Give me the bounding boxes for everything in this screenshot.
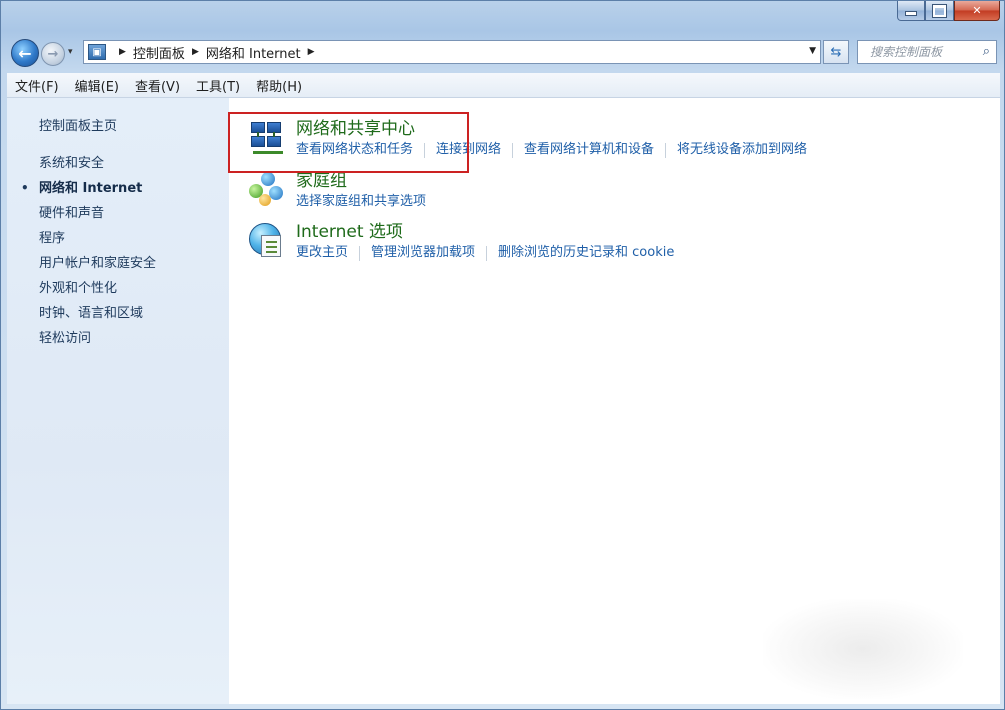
watermark-blur: [763, 599, 963, 699]
control-panel-window: ✕ ← → ▾ ▣ ▶ 控制面板 ▶ 网络和 Internet ▶ ▼ ⇆ 搜索…: [0, 0, 1005, 710]
menu-edit[interactable]: 编辑(E): [67, 76, 127, 95]
category-body: 网络和共享中心 查看网络状态和任务 连接到网络 查看网络计算机和设备 将无线设备…: [296, 118, 807, 160]
homegroup-title[interactable]: 家庭组: [296, 170, 426, 192]
refresh-button[interactable]: ⇆: [823, 40, 849, 64]
link-connect-to-network[interactable]: 连接到网络: [436, 140, 501, 160]
nav-ease-of-access[interactable]: 轻松访问: [7, 326, 229, 351]
search-input[interactable]: [868, 44, 976, 60]
chevron-down-icon: ▼: [809, 46, 816, 56]
nav-network-internet[interactable]: • 网络和 Internet: [7, 176, 229, 201]
control-panel-icon: ▣: [88, 44, 106, 60]
nav-control-panel-home[interactable]: 控制面板主页: [7, 114, 229, 139]
link-divider: [665, 142, 667, 158]
menu-help[interactable]: 帮助(H): [248, 76, 310, 95]
internet-options-links: 更改主页 管理浏览器加载项 删除浏览的历史记录和 cookie: [296, 243, 674, 263]
chevron-down-icon: ▾: [68, 47, 73, 57]
menu-file[interactable]: 文件(F): [7, 76, 67, 95]
breadcrumb-network-internet[interactable]: 网络和 Internet: [206, 43, 301, 62]
nav-network-internet-label: 网络和 Internet: [39, 181, 143, 196]
address-row: ← → ▾ ▣ ▶ 控制面板 ▶ 网络和 Internet ▶ ▼ ⇆ ⌕: [1, 35, 1004, 69]
link-manage-addons[interactable]: 管理浏览器加载项: [371, 243, 475, 263]
link-divider: [359, 245, 361, 261]
forward-button[interactable]: →: [41, 42, 65, 66]
title-bar: ✕: [1, 1, 1004, 35]
maximize-button[interactable]: [925, 1, 954, 21]
category-homegroup: 家庭组 选择家庭组和共享选项: [247, 170, 426, 212]
caption-buttons: ✕: [897, 1, 1000, 23]
arrow-left-icon: ←: [18, 43, 32, 63]
nav-programs[interactable]: 程序: [7, 226, 229, 251]
network-sharing-links: 查看网络状态和任务 连接到网络 查看网络计算机和设备 将无线设备添加到网络: [296, 140, 807, 160]
category-network-sharing: 网络和共享中心 查看网络状态和任务 连接到网络 查看网络计算机和设备 将无线设备…: [247, 118, 807, 160]
nav-user-accounts[interactable]: 用户帐户和家庭安全: [7, 251, 229, 276]
link-add-wireless-device[interactable]: 将无线设备添加到网络: [677, 140, 807, 160]
chevron-right-icon[interactable]: ▶: [308, 47, 315, 57]
link-divider: [512, 142, 514, 158]
internet-options-title[interactable]: Internet 选项: [296, 221, 674, 243]
network-center-icon[interactable]: [247, 118, 287, 158]
link-delete-history[interactable]: 删除浏览的历史记录和 cookie: [498, 243, 674, 263]
chevron-right-icon[interactable]: ▶: [192, 47, 199, 57]
link-divider: [486, 245, 488, 261]
maximize-icon: [932, 3, 947, 18]
category-internet-options: Internet 选项 更改主页 管理浏览器加载项 删除浏览的历史记录和 coo…: [247, 221, 674, 263]
close-icon: ✕: [972, 4, 982, 17]
refresh-icon: ⇆: [830, 44, 842, 60]
arrow-right-icon: →: [47, 46, 59, 62]
link-homegroup-options[interactable]: 选择家庭组和共享选项: [296, 192, 426, 212]
address-bar[interactable]: ▣ ▶ 控制面板 ▶ 网络和 Internet ▶ ▼: [83, 40, 821, 64]
close-button[interactable]: ✕: [954, 1, 1000, 21]
nav-hardware-sound[interactable]: 硬件和声音: [7, 201, 229, 226]
current-bullet-icon: •: [21, 181, 29, 195]
recent-pages-dropdown[interactable]: ▾: [68, 47, 73, 57]
menu-bar: 文件(F) 编辑(E) 查看(V) 工具(T) 帮助(H): [7, 73, 1000, 98]
category-body: Internet 选项 更改主页 管理浏览器加载项 删除浏览的历史记录和 coo…: [296, 221, 674, 263]
network-sharing-title[interactable]: 网络和共享中心: [296, 118, 807, 140]
back-button[interactable]: ←: [11, 39, 39, 67]
internet-options-icon[interactable]: [247, 221, 287, 261]
link-view-network-status[interactable]: 查看网络状态和任务: [296, 140, 413, 160]
search-box: ⌕: [857, 40, 997, 64]
breadcrumb-control-panel[interactable]: 控制面板: [133, 43, 185, 62]
nav-clock-language-region[interactable]: 时钟、语言和区域: [7, 301, 229, 326]
homegroup-links: 选择家庭组和共享选项: [296, 192, 426, 212]
minimize-button[interactable]: [897, 1, 925, 21]
navigation-pane: 控制面板主页 系统和安全 • 网络和 Internet 硬件和声音 程序 用户帐户…: [7, 98, 229, 704]
chevron-right-icon[interactable]: ▶: [119, 47, 126, 57]
link-divider: [424, 142, 426, 158]
address-dropdown[interactable]: ▼: [809, 46, 816, 56]
homegroup-icon[interactable]: [247, 170, 287, 210]
link-view-network-computers[interactable]: 查看网络计算机和设备: [524, 140, 654, 160]
nav-system-security[interactable]: 系统和安全: [7, 151, 229, 176]
nav-appearance[interactable]: 外观和个性化: [7, 276, 229, 301]
search-icon[interactable]: ⌕: [983, 44, 990, 59]
category-body: 家庭组 选择家庭组和共享选项: [296, 170, 426, 212]
menu-tools[interactable]: 工具(T): [188, 76, 248, 95]
menu-view[interactable]: 查看(V): [127, 76, 188, 95]
link-change-homepage[interactable]: 更改主页: [296, 243, 348, 263]
minimize-icon: [905, 11, 917, 16]
